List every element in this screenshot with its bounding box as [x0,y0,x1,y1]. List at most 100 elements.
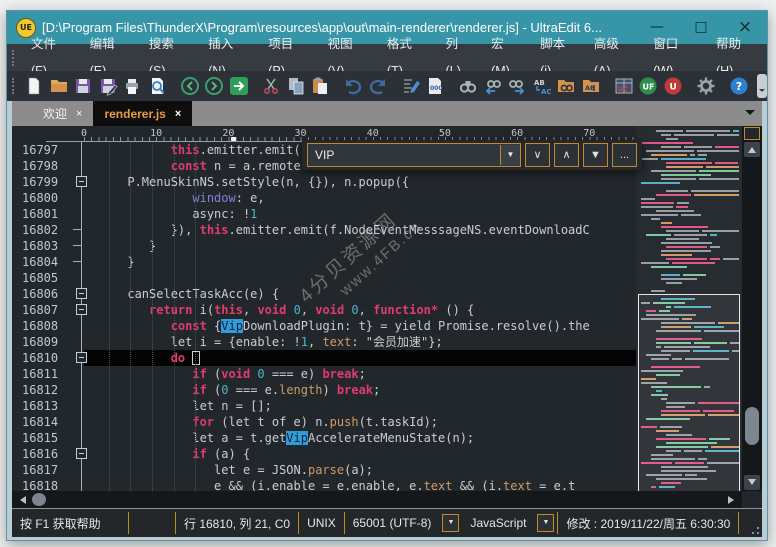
replace-in-files-icon[interactable]: AB [580,74,603,98]
vertical-scroll-thumb[interactable] [745,407,759,445]
status-line-ending[interactable]: UNIX [299,509,344,537]
fold-margin [62,478,84,491]
fold-tick-icon [62,254,84,270]
fold-box-icon[interactable] [62,446,84,462]
code-text: canSelectTaskAcc(e) { [84,286,636,302]
find-combo[interactable]: ▼ [307,143,521,167]
code-line-16800: 16800 window: e, [12,190,636,206]
horizontal-scroll-thumb[interactable] [32,493,46,506]
ruler-number: 0 [81,128,87,139]
find-input[interactable] [308,148,500,162]
code-text: let n = []; [84,398,636,414]
scroll-down-button[interactable] [744,475,760,490]
save-icon[interactable] [72,74,95,98]
status-syntax[interactable]: JavaScript [462,509,534,537]
code-text: e && (i.enable = e.enable, e.text && (i.… [84,478,636,491]
find-icon[interactable] [457,74,480,98]
syntax-dropdown-icon[interactable]: ▼ [537,514,554,532]
code-text: do { [84,350,636,366]
tab-欢迎[interactable]: 欢迎× [32,101,93,126]
vertical-scrollbar[interactable] [742,126,762,491]
status-encoding[interactable]: 65001 (UTF-8) [345,509,440,537]
find-in-files-icon[interactable] [555,74,578,98]
find-prev-button[interactable]: ∧ [554,143,579,167]
fold-box-icon[interactable] [62,302,84,318]
code-line-16799: 16799 P.MenuSkinNS.setStyle(n, {}), n.po… [12,174,636,190]
goto-icon[interactable] [227,74,250,98]
insert-number-icon[interactable]: 000 [424,74,447,98]
svg-text:AB: AB [534,79,545,87]
ruler-number: 30 [295,128,307,139]
code-line-16809: 16809 let i = {enable: !1, text: "会员加速"}… [12,334,636,350]
toolbar-overflow-handle[interactable] [757,74,767,98]
line-number: 16800 [12,190,62,206]
minimap[interactable] [636,126,742,491]
resize-grip[interactable] [746,509,762,537]
paste-icon[interactable] [309,74,332,98]
toolbar-gripper [12,78,17,94]
line-number: 16797 [12,142,62,158]
fold-margin [62,366,84,382]
fold-margin [62,270,84,286]
editor-pane[interactable]: 010203040506070 16797 this.emitter.emit(… [12,126,762,508]
line-number: 16802 [12,222,62,238]
find-prev-icon[interactable] [482,74,505,98]
settings-gear-icon[interactable] [694,74,717,98]
save-as-icon[interactable] [96,74,119,98]
compare-icon[interactable]: UC [612,74,635,98]
replace-icon[interactable]: ABAC [531,74,554,98]
horizontal-scrollbar[interactable] [12,491,742,508]
ultraedit-window: UE [D:\Program Files\ThunderX\Program\re… [6,10,768,541]
find-next-icon[interactable] [506,74,529,98]
scroll-left-button[interactable] [12,491,30,508]
forward-icon[interactable] [203,74,226,98]
encoding-dropdown-icon[interactable]: ▼ [442,514,459,532]
code-line-16801: 16801 async: !1 [12,206,636,222]
fold-box-icon[interactable] [62,174,84,190]
find-history-dropdown-icon[interactable]: ▼ [500,145,520,165]
code-line-16803: 16803 } [12,238,636,254]
ruler-number: 60 [511,128,523,139]
tab-close-icon[interactable]: × [175,108,181,120]
line-number: 16808 [12,318,62,334]
tab-renderer.js[interactable]: renderer.js× [93,101,192,126]
print-preview-icon[interactable] [145,74,168,98]
open-file-icon[interactable] [47,74,70,98]
fold-box-icon[interactable] [62,286,84,302]
redo-icon[interactable] [367,74,390,98]
scroll-up-button[interactable] [744,142,760,157]
fold-box-icon[interactable] [62,350,84,366]
line-number: 16818 [12,478,62,491]
status-modified-time: 修改 : 2019/11/22/周五 6:30:30 [558,509,738,537]
fold-margin [62,430,84,446]
cut-icon[interactable] [260,74,283,98]
find-more-button[interactable]: ... [612,143,637,167]
help-icon[interactable]: ? [727,74,750,98]
code-text: async: !1 [84,206,636,222]
svg-text:AC: AC [541,88,552,96]
status-caret-position[interactable]: 行 16810, 列 21, C0 [176,509,298,537]
code-line-16808: 16808 const {VipDownloadPlugin: t} = yie… [12,318,636,334]
copy-icon[interactable] [285,74,308,98]
find-filter-button[interactable]: ▼ [583,143,608,167]
code-area[interactable]: 16797 this.emitter.emit(16798 const n = … [12,142,636,491]
fold-margin [62,318,84,334]
undo-icon[interactable] [342,74,365,98]
new-file-icon[interactable] [23,74,46,98]
print-icon[interactable] [121,74,144,98]
line-number: 16801 [12,206,62,222]
tab-close-icon[interactable]: × [76,108,82,120]
minimap-viewport[interactable] [638,294,740,491]
find-next-button[interactable]: ∨ [525,143,550,167]
toolbar: 000 ABAC AB UC UF U ? [7,71,767,101]
ultrafinder-icon[interactable]: UF [637,74,660,98]
minimap-zoom-button[interactable] [744,127,760,140]
quick-find-bar: ▼ ∨ ∧ ▼ ... [302,140,642,170]
svg-text:000: 000 [430,85,443,92]
code-text: } [84,254,636,270]
ultraftp-icon[interactable]: U [661,74,684,98]
tab-list-dropdown-icon[interactable] [745,110,755,120]
scroll-right-button[interactable] [724,491,742,508]
column-mode-icon[interactable] [400,74,423,98]
back-icon[interactable] [178,74,201,98]
